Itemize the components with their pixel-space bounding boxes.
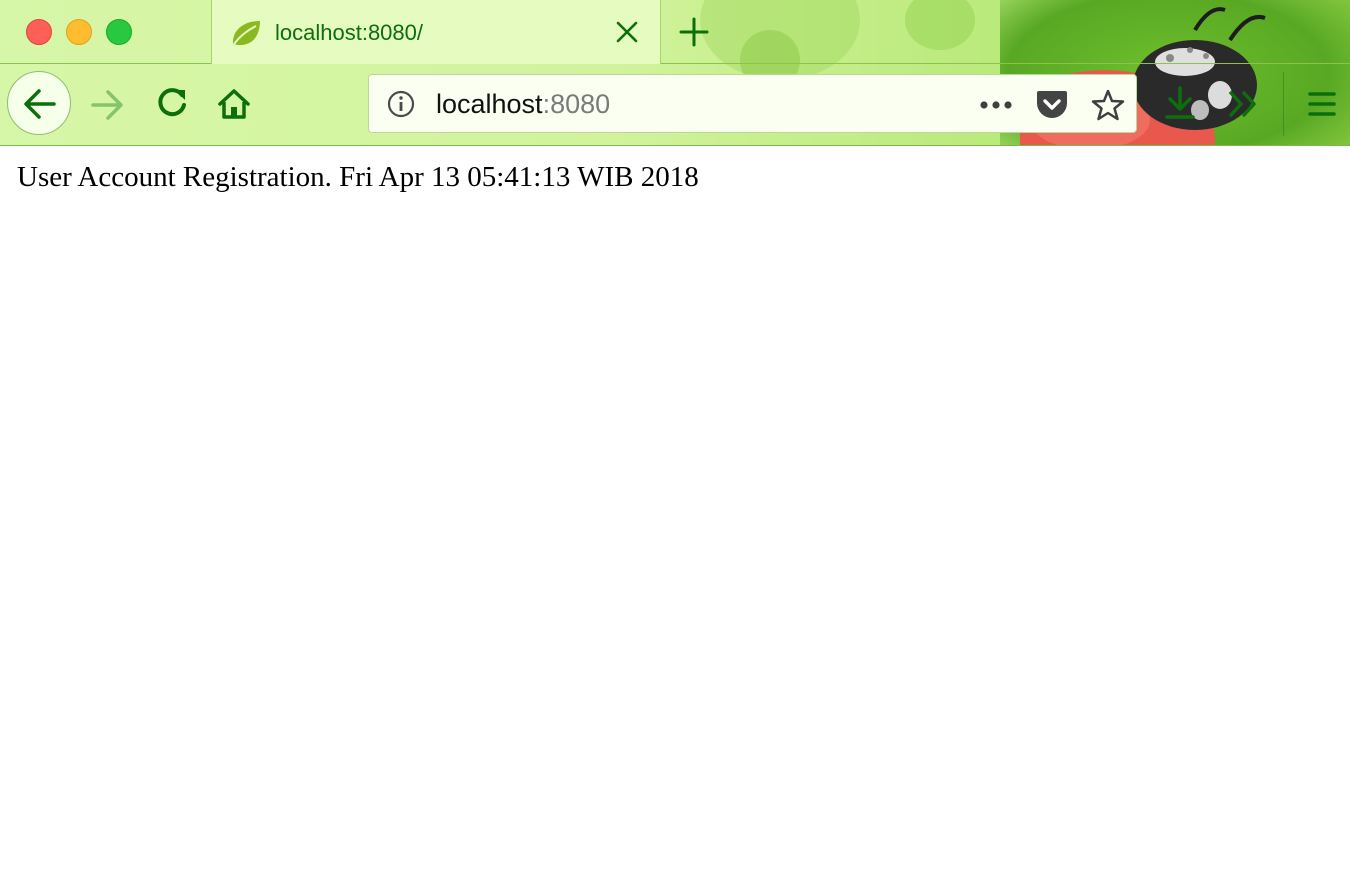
home-icon[interactable]: [216, 86, 252, 122]
browser-chrome: localhost:8080/ localhost:8080: [0, 0, 1350, 146]
address-bar[interactable]: localhost:8080: [368, 74, 1137, 133]
tab-title: localhost:8080/: [275, 20, 423, 45]
pocket-icon[interactable]: [1035, 89, 1069, 121]
window-maximize-button[interactable]: [106, 19, 132, 45]
window-close-button[interactable]: [26, 19, 52, 45]
back-arrow-icon: [24, 89, 56, 119]
url-text[interactable]: localhost:8080: [436, 89, 610, 120]
url-port: :8080: [542, 89, 611, 119]
back-button[interactable]: [7, 71, 71, 135]
tab-strip: localhost:8080/: [0, 0, 1350, 64]
new-tab-icon[interactable]: [678, 16, 710, 48]
url-host: localhost: [436, 89, 543, 119]
info-icon[interactable]: [387, 90, 415, 118]
reload-icon[interactable]: [155, 86, 189, 120]
forward-arrow-icon[interactable]: [90, 88, 124, 122]
tab-close-icon[interactable]: [615, 20, 639, 44]
hamburger-icon[interactable]: [1307, 90, 1337, 118]
spring-leaf-icon: [232, 21, 260, 46]
page-content: User Account Registration. Fri Apr 13 05…: [0, 146, 1350, 872]
tab-localhost[interactable]: localhost:8080/: [211, 0, 661, 64]
page-body-text: User Account Registration. Fri Apr 13 05…: [17, 161, 699, 193]
tab-highlight: [212, 0, 660, 3]
window-minimize-button[interactable]: [66, 19, 92, 45]
star-icon[interactable]: [1091, 88, 1125, 122]
navigation-toolbar: localhost:8080: [0, 64, 1350, 145]
more-dots-icon[interactable]: [979, 100, 1013, 110]
chevrons-icon[interactable]: [1228, 90, 1260, 118]
toolbar-separator: [1283, 72, 1284, 136]
download-icon[interactable]: [1164, 86, 1196, 120]
